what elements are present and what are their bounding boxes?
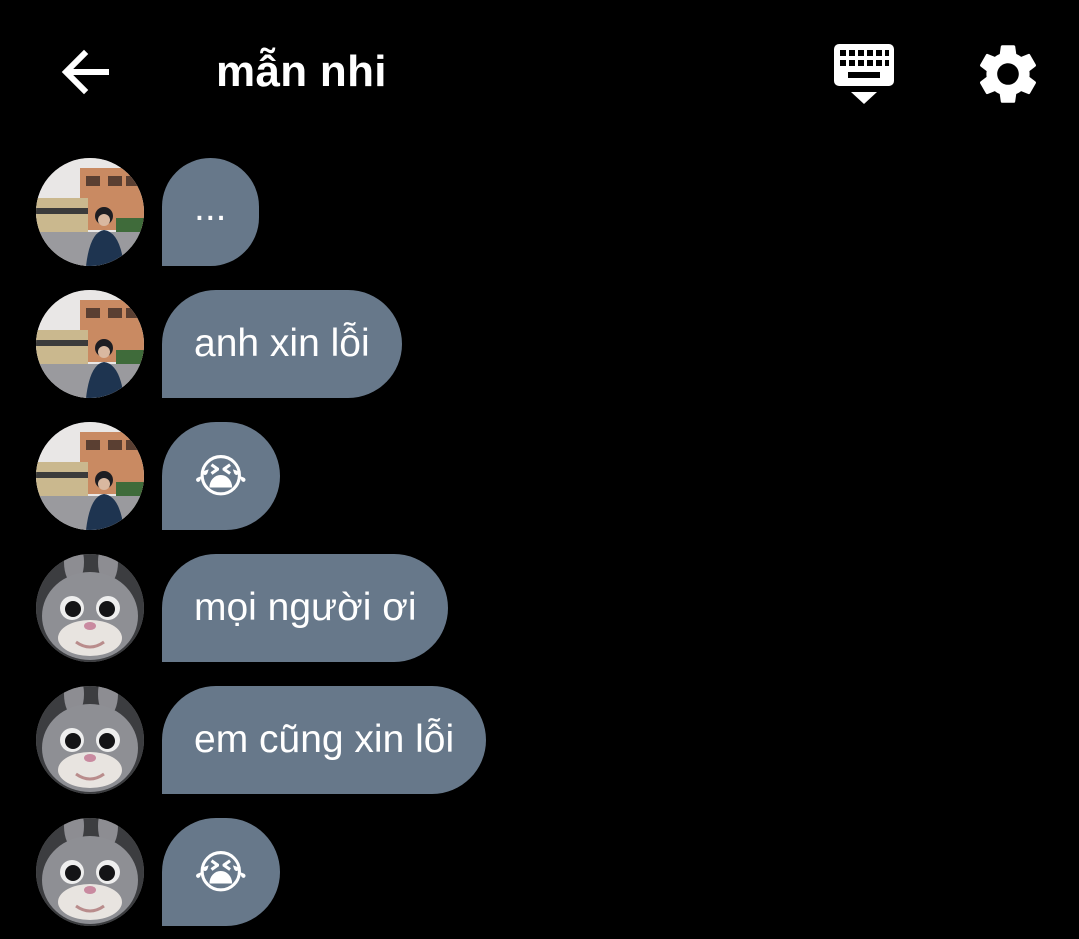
chat-header: mẫn nhi [0, 0, 1079, 140]
bunny-mascot-avatar [36, 686, 144, 794]
message-text: ... [194, 186, 227, 229]
message-row: ... [0, 156, 1079, 266]
message-row: anh xin lỗi [0, 288, 1079, 398]
gear-icon [979, 45, 1037, 103]
avatar[interactable] [36, 290, 144, 398]
bunny-mascot-avatar [36, 818, 144, 926]
message-bubble[interactable]: mọi người ơi [162, 554, 449, 662]
hide-keyboard-button[interactable] [828, 40, 900, 108]
message-text: em cũng xin lỗi [194, 718, 455, 761]
boy-street-photo-avatar [36, 422, 144, 530]
avatar[interactable] [36, 158, 144, 266]
avatar[interactable] [36, 422, 144, 530]
message-bubble[interactable]: 😭 [162, 818, 280, 926]
message-row: 😭 [0, 420, 1079, 530]
settings-button[interactable] [972, 38, 1044, 110]
back-button[interactable] [52, 40, 116, 104]
boy-street-photo-avatar [36, 158, 144, 266]
message-bubble[interactable]: 😭 [162, 422, 280, 530]
message-row: mọi người ơi [0, 552, 1079, 662]
message-bubble[interactable]: ... [162, 158, 259, 266]
bunny-mascot-avatar [36, 554, 144, 662]
keyboard-hide-icon [834, 44, 894, 104]
chat-title: mẫn nhi [216, 47, 387, 96]
avatar[interactable] [36, 554, 144, 662]
avatar[interactable] [36, 818, 144, 926]
avatar[interactable] [36, 686, 144, 794]
loudly-crying-face-emoji: 😭 [194, 845, 248, 899]
loudly-crying-face-emoji: 😭 [194, 449, 248, 503]
message-bubble[interactable]: em cũng xin lỗi [162, 686, 487, 794]
message-text: anh xin lỗi [194, 322, 370, 365]
message-bubble[interactable]: anh xin lỗi [162, 290, 402, 398]
message-row: em cũng xin lỗi [0, 684, 1079, 794]
boy-street-photo-avatar [36, 290, 144, 398]
arrow-left-icon [61, 49, 109, 95]
message-row: 😭 [0, 816, 1079, 926]
message-text: mọi người ơi [194, 586, 417, 629]
